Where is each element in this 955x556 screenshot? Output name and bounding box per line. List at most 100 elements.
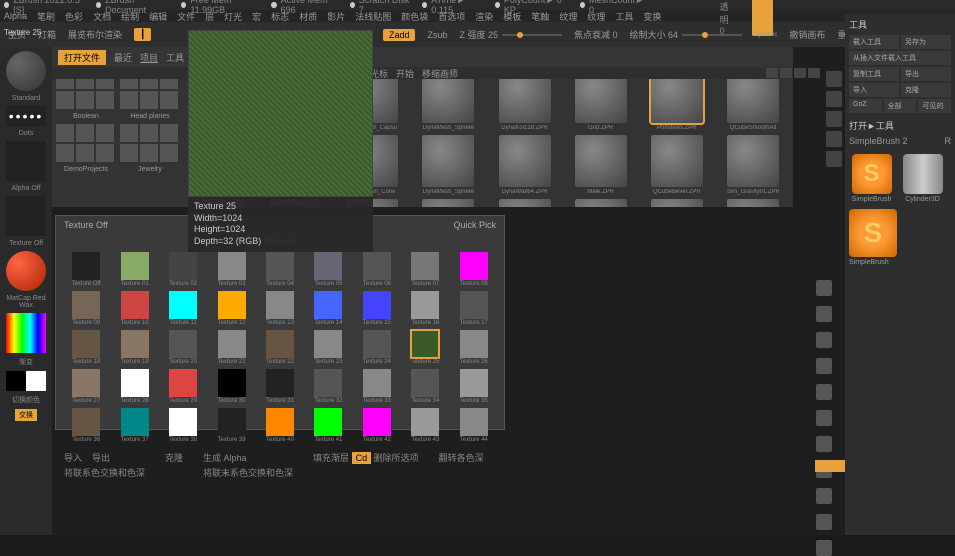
projection-button[interactable]: ┃	[134, 28, 151, 41]
texture-item[interactable]: Texture 22	[258, 330, 302, 365]
texture-item[interactable]: Texture 07	[403, 252, 447, 287]
lightbox-item[interactable]: DynaMesh_Sphere	[412, 71, 484, 131]
import-tool-button[interactable]: 导入	[849, 83, 899, 97]
texture-item[interactable]: Texture Off	[64, 252, 108, 287]
zintensity-slider[interactable]: Z 强度 25	[460, 28, 563, 41]
fit-icon[interactable]	[826, 131, 842, 147]
goz-button[interactable]: GoZ	[849, 99, 882, 113]
export-tool-button[interactable]: 导出	[901, 67, 951, 81]
lightbox-item[interactable]: Primitives.ZPR	[641, 71, 713, 131]
menu-首选项[interactable]: 首选项	[438, 10, 465, 23]
rotate-icon[interactable]	[826, 111, 842, 127]
visible-button[interactable]: 可见的	[918, 99, 951, 113]
texture-item[interactable]: Texture 05	[306, 252, 350, 287]
lightbox-item[interactable]: DynaMesh_Sphere	[412, 135, 484, 195]
texture-item[interactable]: Texture 15	[355, 291, 399, 326]
grid-view-icon[interactable]	[766, 68, 778, 78]
color-swatches[interactable]	[6, 371, 46, 391]
texture-item[interactable]: Texture 36	[64, 408, 108, 443]
menu-绘制[interactable]: 绘制	[121, 10, 139, 23]
zadd-button[interactable]: Zadd	[383, 29, 416, 41]
texture-off-thumb[interactable]: Texture Off	[64, 220, 108, 230]
texture-item[interactable]: Texture 38	[161, 408, 205, 443]
menu-编辑[interactable]: 编辑	[149, 10, 167, 23]
texture-item[interactable]: Texture 40	[258, 408, 302, 443]
texture-item[interactable]: Texture 12	[209, 291, 253, 326]
texture-item[interactable]: Texture 19	[112, 330, 156, 365]
menu-渲染[interactable]: 渲染	[475, 10, 493, 23]
copy-tool-button[interactable]: 复制工具	[849, 67, 899, 81]
projects-tab[interactable]: 项目	[140, 51, 158, 64]
save-as-button[interactable]: 另存为	[901, 35, 951, 49]
texture-item[interactable]: Texture 37	[112, 408, 156, 443]
texture-item[interactable]: Texture 35	[452, 369, 496, 404]
texture-item[interactable]: Texture 16	[403, 291, 447, 326]
menu-标志[interactable]: 标志	[271, 10, 289, 23]
texture-item[interactable]: Texture 31	[258, 369, 302, 404]
texture-item[interactable]: Texture 13	[258, 291, 302, 326]
color-picker[interactable]	[6, 313, 46, 353]
start-button[interactable]: 开始	[396, 67, 414, 80]
list-view-icon[interactable]	[780, 68, 792, 78]
texture-selector[interactable]	[6, 196, 46, 236]
texture-item[interactable]: Texture 14	[306, 291, 350, 326]
texture-item[interactable]: Texture 25	[403, 330, 447, 365]
xyz-icon[interactable]	[816, 384, 832, 400]
transp-icon[interactable]	[816, 514, 832, 530]
copy-color2-button[interactable]: 将联末系色交换和色深	[203, 466, 293, 479]
localxform-icon[interactable]	[816, 358, 832, 374]
lightbox-item[interactable]: QCubeSmoothAll	[717, 71, 789, 131]
all-button[interactable]: 全部	[884, 99, 917, 113]
lightbox-item[interactable]: PolySphere.ZPR	[565, 199, 637, 207]
menu-纹理[interactable]: 纹理	[559, 10, 577, 23]
menu-Alpha[interactable]: Alpha	[4, 11, 27, 21]
texture-item[interactable]: Texture 42	[355, 408, 399, 443]
lightbox-item[interactable]: Sim_Gravity01.ZPR	[717, 135, 789, 195]
lightbox-item[interactable]: DynaWax64.ZPR	[489, 135, 561, 195]
actual-icon[interactable]	[826, 151, 842, 167]
swap-button[interactable]: 交换	[15, 409, 37, 421]
texture-item[interactable]: Texture 01	[112, 252, 156, 287]
lightbox-item[interactable]: Sim_HeadCover	[717, 199, 789, 207]
frame-icon[interactable]	[816, 410, 832, 426]
texture-item[interactable]: Texture 44	[452, 408, 496, 443]
texture-item[interactable]: Texture 02	[161, 252, 205, 287]
simplebrush-tool[interactable]: S	[852, 154, 892, 194]
texture-item[interactable]: Texture 03	[209, 252, 253, 287]
persp-icon[interactable]	[816, 306, 832, 322]
from-lightbox-button[interactable]: 从插入文件载入工具	[849, 51, 951, 65]
small-view-icon[interactable]	[794, 68, 806, 78]
makealpha-button[interactable]: 生成 Alpha	[203, 451, 293, 464]
drawsize-slider[interactable]: 绘制大小 64	[630, 28, 743, 41]
zsub-button[interactable]: Zsub	[427, 30, 447, 40]
menu-材质[interactable]: 材质	[299, 10, 317, 23]
tools-tab[interactable]: 工具	[166, 51, 184, 64]
texture-item[interactable]: Texture 20	[161, 330, 205, 365]
solo-icon[interactable]	[816, 436, 832, 452]
texture-item[interactable]: Texture 11	[161, 291, 205, 326]
menu-文件[interactable]: 文件	[177, 10, 195, 23]
texture-item[interactable]: Texture 08	[452, 252, 496, 287]
lightbox-item[interactable]: DynaMesh_Torus	[412, 199, 484, 207]
texture-item[interactable]: Texture 30	[209, 369, 253, 404]
menu-纹理[interactable]: 纹理	[587, 10, 605, 23]
active-tool-large[interactable]: S	[849, 209, 897, 257]
menu-灯光[interactable]: 灯光	[224, 10, 242, 23]
menu-变换[interactable]: 变换	[643, 10, 661, 23]
category-demo[interactable]	[56, 124, 116, 162]
menu-模板[interactable]: 模板	[503, 10, 521, 23]
texture-item[interactable]: Texture 33	[355, 369, 399, 404]
lock-icon[interactable]	[816, 280, 832, 296]
texture-item[interactable]: Texture 06	[355, 252, 399, 287]
clone-tool-button[interactable]: 克隆	[901, 83, 951, 97]
stroke-selector[interactable]: •••••	[6, 106, 46, 126]
texture-item[interactable]: Texture 34	[403, 369, 447, 404]
bottom-indicator[interactable]	[815, 460, 845, 472]
texture-item[interactable]: Texture 18	[64, 330, 108, 365]
lightbox-item[interactable]: QCubeBevel.ZPR	[641, 135, 713, 195]
menu-影片[interactable]: 影片	[327, 10, 345, 23]
texture-item[interactable]: Texture 09	[64, 291, 108, 326]
dynamic-toggle[interactable]: Dynamic	[754, 32, 777, 38]
menu-工具[interactable]: 工具	[615, 10, 633, 23]
menu-文档[interactable]: 文档	[93, 10, 111, 23]
